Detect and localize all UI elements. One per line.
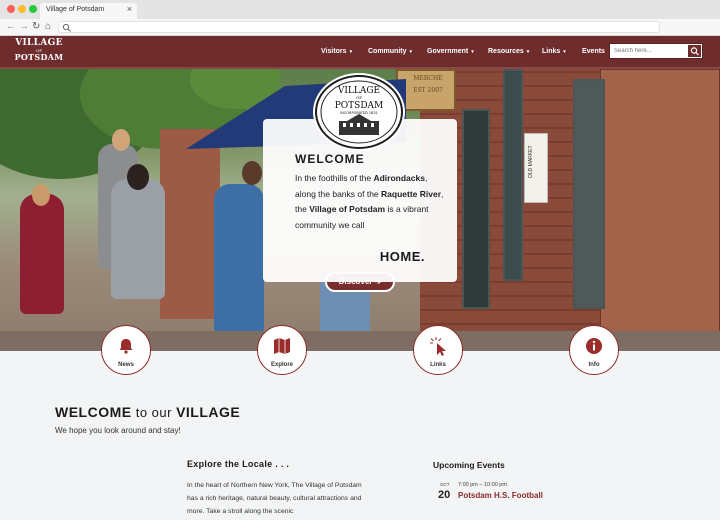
nav-label: Government: [427, 48, 469, 55]
chevron-down-icon: ▾: [349, 49, 353, 55]
stone-facade: [600, 69, 720, 351]
maximize-window-icon[interactable]: [29, 5, 37, 13]
seal-incorporated: INCORPORATED 1831: [340, 111, 378, 115]
nav-label: Links: [542, 48, 561, 55]
welcome-subtitle: We hope you look around and stay!: [55, 426, 181, 435]
chevron-down-icon: ▾: [563, 49, 566, 55]
village-seal: VILLAGE OF POTSDAM INCORPORATED 1831: [315, 75, 403, 149]
back-icon[interactable]: ←: [6, 21, 16, 33]
card-text-bold: Adirondacks: [373, 173, 425, 183]
event-title[interactable]: Potsdam H.S. Football: [458, 491, 543, 500]
events-heading: Upcoming Events: [433, 460, 505, 470]
nav-item-links[interactable]: Links ▾: [542, 48, 566, 58]
welcome-card-home: HOME.: [379, 249, 425, 264]
bell-icon: [119, 339, 133, 354]
search-icon: [62, 23, 71, 32]
nav-item-government[interactable]: Government ▾: [427, 48, 474, 58]
logo-line-1: VILLAGE: [15, 38, 63, 48]
welcome-heading-soft: to our: [131, 405, 177, 420]
nav-label: Community: [368, 48, 407, 55]
storefront-door: [573, 79, 605, 309]
forward-icon[interactable]: →: [19, 21, 29, 33]
nav-item-community[interactable]: Community ▾: [368, 48, 412, 58]
cursor-click-icon: [430, 337, 446, 356]
search-button[interactable]: [687, 44, 702, 58]
seal-name: POTSDAM: [335, 101, 384, 111]
storefront-window: [462, 109, 490, 309]
event-month: OCT: [440, 482, 450, 487]
site-logo[interactable]: VILLAGE OF POTSDAM: [14, 39, 64, 65]
sign-line: EST 2007: [413, 87, 443, 94]
person-head: [242, 161, 262, 185]
person-potsdam-shirt: [111, 179, 165, 299]
home-icon[interactable]: ⌂: [45, 21, 51, 33]
market-sign: OLD MARKET: [524, 133, 548, 203]
event-day: 20: [438, 489, 451, 501]
person-blue-shirt: [214, 184, 264, 334]
card-text-bold: Village of Potsdam: [309, 204, 386, 214]
welcome-heading-strong: VILLAGE: [176, 404, 241, 420]
search-input[interactable]: [610, 44, 688, 58]
address-bar[interactable]: [58, 21, 660, 33]
person-head: [127, 164, 149, 190]
quick-link-links[interactable]: Links: [413, 325, 463, 375]
logo-line-3: POTSDAM: [14, 52, 64, 62]
sign-line: MERCHE: [413, 75, 443, 82]
explore-heading: Explore the Locale . . .: [187, 459, 290, 469]
tab-title: Village of Potsdam: [46, 6, 105, 13]
chevron-down-icon: ▾: [409, 49, 413, 55]
building-facade: [160, 129, 220, 319]
chevron-down-icon: ▾: [526, 49, 530, 55]
nav-label: Events: [582, 48, 605, 55]
market-sign-text: OLD MARKET: [528, 145, 534, 178]
nav-item-resources[interactable]: Resources ▾: [488, 48, 529, 58]
quick-link-label: News: [118, 362, 134, 368]
nav-item-visitors[interactable]: Visitors ▾: [321, 48, 352, 58]
welcome-heading: WELCOME to our VILLAGE: [55, 404, 240, 420]
quick-link-label: Explore: [270, 362, 293, 368]
storefront-window: [503, 69, 523, 281]
person-head: [112, 129, 130, 151]
quick-link-label: Links: [430, 362, 446, 368]
browser-window: Village of Potsdam × ← → ↻ ⌂ VILLAGE OF …: [0, 0, 720, 520]
quick-link-news[interactable]: News: [101, 325, 151, 375]
explore-text: In the heart of Northern New York, The V…: [187, 482, 362, 515]
welcome-heading-strong: WELCOME: [55, 404, 132, 420]
nav-label: Visitors: [321, 48, 347, 55]
map-icon: [274, 338, 290, 354]
browser-toolbar: ← → ↻ ⌂: [0, 19, 720, 36]
nav-label: Resources: [488, 48, 524, 55]
event-time: 7:00 pm – 10:00 pm: [458, 482, 507, 488]
minimize-window-icon[interactable]: [18, 5, 26, 13]
site-header: VILLAGE OF POTSDAM Visitors ▾ Community ▾ …: [0, 36, 720, 69]
quick-link-explore[interactable]: Explore: [257, 325, 307, 375]
quick-link-label: Info: [588, 362, 600, 368]
info-icon: [586, 338, 602, 354]
seal-graphic: VILLAGE OF POTSDAM INCORPORATED 1831: [320, 80, 398, 144]
nav-item-events[interactable]: Events: [582, 48, 605, 58]
card-text-bold: Raquette River: [381, 188, 442, 199]
search-icon: [690, 47, 699, 56]
tab-bar: Village of Potsdam ×: [0, 0, 720, 19]
seal-of: OF: [356, 95, 362, 100]
reload-icon[interactable]: ↻: [32, 21, 40, 33]
welcome-card-title: WELCOME: [295, 152, 365, 166]
chevron-down-icon: ▾: [471, 49, 474, 55]
person-head: [32, 184, 50, 206]
card-text-part: In the foothills of the: [295, 173, 374, 183]
close-window-icon[interactable]: [7, 5, 15, 13]
person-maroon-sweater: [20, 194, 64, 314]
tab-close-icon[interactable]: ×: [127, 4, 132, 14]
browser-tab[interactable]: Village of Potsdam ×: [40, 3, 137, 19]
site-search: [609, 43, 703, 59]
welcome-card-text: In the foothills of the Adirondacks, alo…: [295, 171, 445, 233]
quick-link-info[interactable]: Info: [569, 325, 619, 375]
